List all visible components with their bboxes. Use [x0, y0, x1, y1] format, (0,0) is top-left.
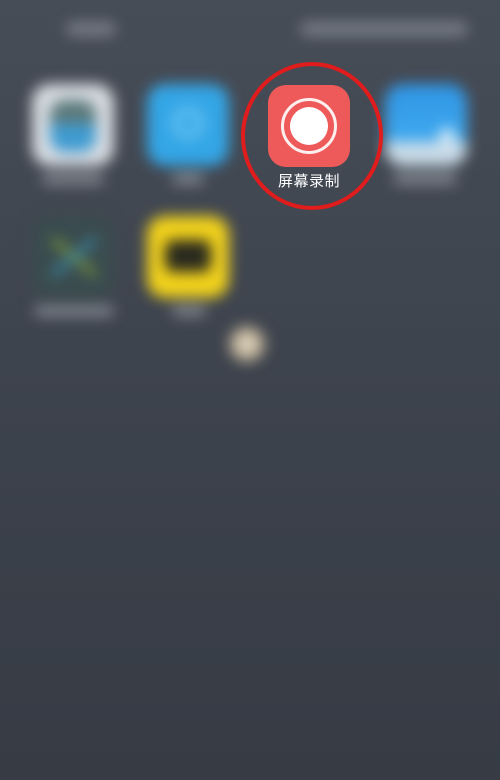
app-label-6: [172, 306, 206, 316]
assistive-touch-icon[interactable]: [229, 326, 265, 362]
cross-tools-icon[interactable]: [32, 216, 114, 298]
yellow-app-icon[interactable]: [147, 216, 229, 298]
app-label-5: [34, 306, 114, 316]
magnifier-glyph: [173, 108, 203, 138]
app-label-2: [172, 174, 204, 184]
status-bar-time: [66, 22, 116, 36]
avatar-glyph: [50, 100, 96, 152]
assistive-touch-core: [239, 336, 255, 352]
search-icon[interactable]: [147, 84, 229, 166]
app-label-1: [42, 174, 104, 184]
cloud-glyph: [439, 128, 455, 144]
cloud-icon[interactable]: [385, 84, 467, 166]
app-label-4: [393, 174, 457, 184]
yellow-app-glyph: [165, 240, 211, 272]
status-bar-indicators: [300, 22, 468, 36]
contact-avatar-icon[interactable]: [32, 84, 114, 166]
annotation-circle: [241, 62, 383, 210]
phone-home-screen: 屏幕录制: [0, 0, 500, 780]
